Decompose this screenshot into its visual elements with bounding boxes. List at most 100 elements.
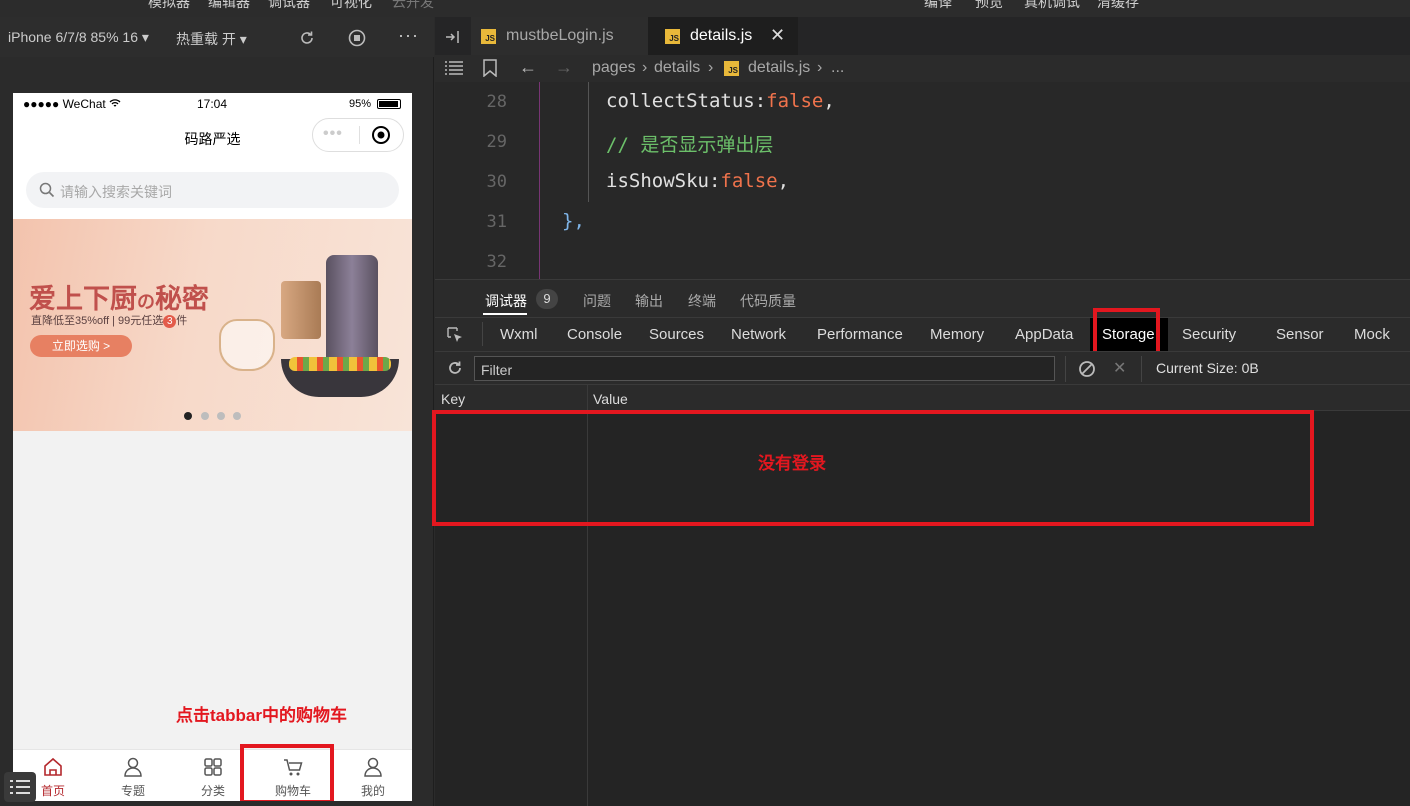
menu-preview[interactable]: 预览 bbox=[975, 0, 1003, 12]
panel-tab-code-quality[interactable]: 代码质量 bbox=[740, 291, 796, 311]
banner-carousel[interactable]: 爱上下厨の秘密 直降低至35%off | 99元任选 3 件 立即选购 > bbox=[13, 219, 412, 431]
tab-bar: 首页 专题 分类 购物车 我的 bbox=[13, 749, 412, 801]
js-file-icon: JS bbox=[665, 29, 680, 44]
status-bar: ●●●●● WeChat 17:04 95% bbox=[13, 93, 412, 115]
table-header: Key Value bbox=[435, 385, 1410, 411]
storage-highlight-box bbox=[1093, 308, 1160, 357]
line-number: 30 bbox=[486, 172, 507, 192]
line-number: 28 bbox=[486, 92, 507, 112]
bookmark-icon[interactable] bbox=[483, 59, 497, 77]
breadcrumb: ← → pages › details › JS details.js › ..… bbox=[435, 55, 1410, 82]
category-icon bbox=[204, 758, 222, 776]
menu-remote-debug[interactable]: 真机调试 bbox=[1024, 0, 1080, 12]
tab-wxml[interactable]: Wxml bbox=[500, 326, 538, 343]
search-input[interactable]: 请输入搜索关键词 bbox=[26, 172, 399, 208]
battery-icon bbox=[377, 99, 401, 109]
carousel-dot-active[interactable] bbox=[184, 412, 192, 420]
outline-list-icon[interactable] bbox=[445, 61, 463, 75]
empty-storage-highlight-box bbox=[432, 410, 1314, 526]
battery-label: 95% bbox=[349, 98, 372, 110]
carousel-dot[interactable] bbox=[217, 412, 225, 420]
filter-input[interactable]: Filter bbox=[474, 356, 1055, 381]
tab-console[interactable]: Console bbox=[567, 326, 622, 343]
collapse-panel-icon[interactable] bbox=[445, 29, 461, 45]
hot-reload-toggle[interactable]: 热重载 开 ▾ bbox=[176, 29, 247, 49]
banner-subline: 直降低至35%off | 99元任选 3 件 bbox=[31, 315, 188, 328]
capsule-close-icon[interactable] bbox=[371, 125, 391, 145]
tabbar-annotation: 点击tabbar中的购物车 bbox=[176, 706, 347, 725]
editor-tab-bar: JS mustbeLogin.js JS details.js ✕ bbox=[435, 17, 1410, 55]
stop-icon[interactable] bbox=[347, 28, 367, 48]
user-icon bbox=[364, 757, 382, 777]
tab-mock[interactable]: Mock bbox=[1354, 326, 1390, 343]
storage-annotation: 没有登录 bbox=[758, 454, 826, 473]
devtools-tabs: Wxml Console Sources Network Performance… bbox=[435, 317, 1410, 352]
simulator-toolbar: iPhone 6/7/8 85% 16 ▾ 热重载 开 ▾ ··· bbox=[0, 17, 434, 57]
breadcrumb-pages[interactable]: pages bbox=[592, 59, 636, 77]
close-tab-icon[interactable]: ✕ bbox=[770, 25, 785, 46]
tab-network[interactable]: Network bbox=[731, 326, 786, 343]
editor-tab-active[interactable]: JS details.js ✕ bbox=[648, 17, 798, 55]
list-icon bbox=[10, 780, 30, 794]
tab-mine[interactable]: 我的 bbox=[333, 750, 412, 801]
active-tab-underline bbox=[483, 313, 527, 315]
menu-bar: 模拟器 编辑器 调试器 可视化 云开发 编译 预览 真机调试 清缓存 bbox=[0, 0, 1410, 17]
delete-selected-icon[interactable]: ✕ bbox=[1113, 358, 1126, 378]
device-select[interactable]: iPhone 6/7/8 85% 16 ▾ bbox=[8, 29, 149, 46]
code-editor[interactable]: 28 collectStatus:false, 29 // 是否显示弹出层 30… bbox=[435, 82, 1410, 279]
refresh-icon[interactable] bbox=[298, 29, 316, 47]
tab-sensor[interactable]: Sensor bbox=[1276, 326, 1324, 343]
menu-simulator[interactable]: 模拟器 bbox=[148, 0, 190, 12]
indent-guide bbox=[588, 82, 589, 202]
tab-sources[interactable]: Sources bbox=[649, 326, 704, 343]
tab-memory[interactable]: Memory bbox=[930, 326, 984, 343]
tab-security[interactable]: Security bbox=[1182, 326, 1236, 343]
line-number: 31 bbox=[486, 212, 507, 232]
inspect-element-icon[interactable] bbox=[446, 326, 464, 344]
panel-tab-problems[interactable]: 问题 bbox=[583, 291, 611, 311]
tab-appdata[interactable]: AppData bbox=[1015, 326, 1073, 343]
clear-all-icon[interactable] bbox=[1078, 360, 1096, 378]
filter-placeholder: Filter bbox=[481, 362, 513, 378]
menu-debugger[interactable]: 调试器 bbox=[268, 0, 310, 12]
blender-illustration bbox=[326, 255, 378, 367]
menu-clear-cache[interactable]: 清缓存 bbox=[1097, 0, 1139, 12]
carousel-dot[interactable] bbox=[201, 412, 209, 420]
tab-performance[interactable]: Performance bbox=[817, 326, 903, 343]
outline-toggle[interactable] bbox=[4, 772, 36, 802]
editor-tab[interactable]: JS mustbeLogin.js bbox=[471, 17, 665, 55]
indent-guide bbox=[539, 82, 540, 279]
refresh-icon[interactable] bbox=[447, 360, 463, 376]
panel-tab-output[interactable]: 输出 bbox=[635, 291, 663, 311]
wifi-icon bbox=[109, 99, 121, 107]
breadcrumb-details[interactable]: details bbox=[654, 59, 700, 77]
home-icon bbox=[44, 757, 62, 776]
menu-cloud[interactable]: 云开发 bbox=[392, 0, 434, 12]
code-brace: }, bbox=[562, 210, 585, 232]
panel-tab-debugger[interactable]: 调试器 bbox=[485, 291, 527, 311]
tab-topic-label: 专题 bbox=[120, 784, 145, 798]
menu-compile[interactable]: 编译 bbox=[924, 0, 952, 12]
banner-buy-button[interactable]: 立即选购 > bbox=[30, 335, 132, 357]
breadcrumb-file[interactable]: details.js bbox=[748, 59, 810, 77]
banner-headline: 爱上下厨の秘密 bbox=[29, 284, 209, 314]
forward-arrow-icon[interactable]: → bbox=[555, 57, 573, 78]
menu-visual[interactable]: 可视化 bbox=[330, 0, 372, 12]
breadcrumb-more[interactable]: ... bbox=[831, 59, 844, 77]
carousel-dot[interactable] bbox=[233, 412, 241, 420]
column-value[interactable]: Value bbox=[593, 391, 628, 407]
back-arrow-icon[interactable]: ← bbox=[519, 57, 537, 78]
code-line: collectStatus:false, bbox=[606, 90, 835, 112]
js-file-icon: JS bbox=[481, 29, 496, 44]
tab-mine-label: 我的 bbox=[360, 784, 385, 798]
panel-tab-terminal[interactable]: 终端 bbox=[688, 291, 716, 311]
clock-label: 17:04 bbox=[197, 97, 228, 111]
menu-editor[interactable]: 编辑器 bbox=[208, 0, 250, 12]
capsule-more-icon[interactable]: ••• bbox=[323, 125, 343, 143]
editor-tab-label: mustbeLogin.js bbox=[506, 27, 614, 44]
search-icon bbox=[39, 182, 55, 198]
tab-topic[interactable]: 专题 bbox=[93, 750, 173, 801]
column-key[interactable]: Key bbox=[441, 391, 465, 407]
more-icon[interactable]: ··· bbox=[398, 25, 419, 46]
bottom-panel-tabs: 调试器 9 问题 输出 终端 代码质量 bbox=[435, 279, 1410, 317]
